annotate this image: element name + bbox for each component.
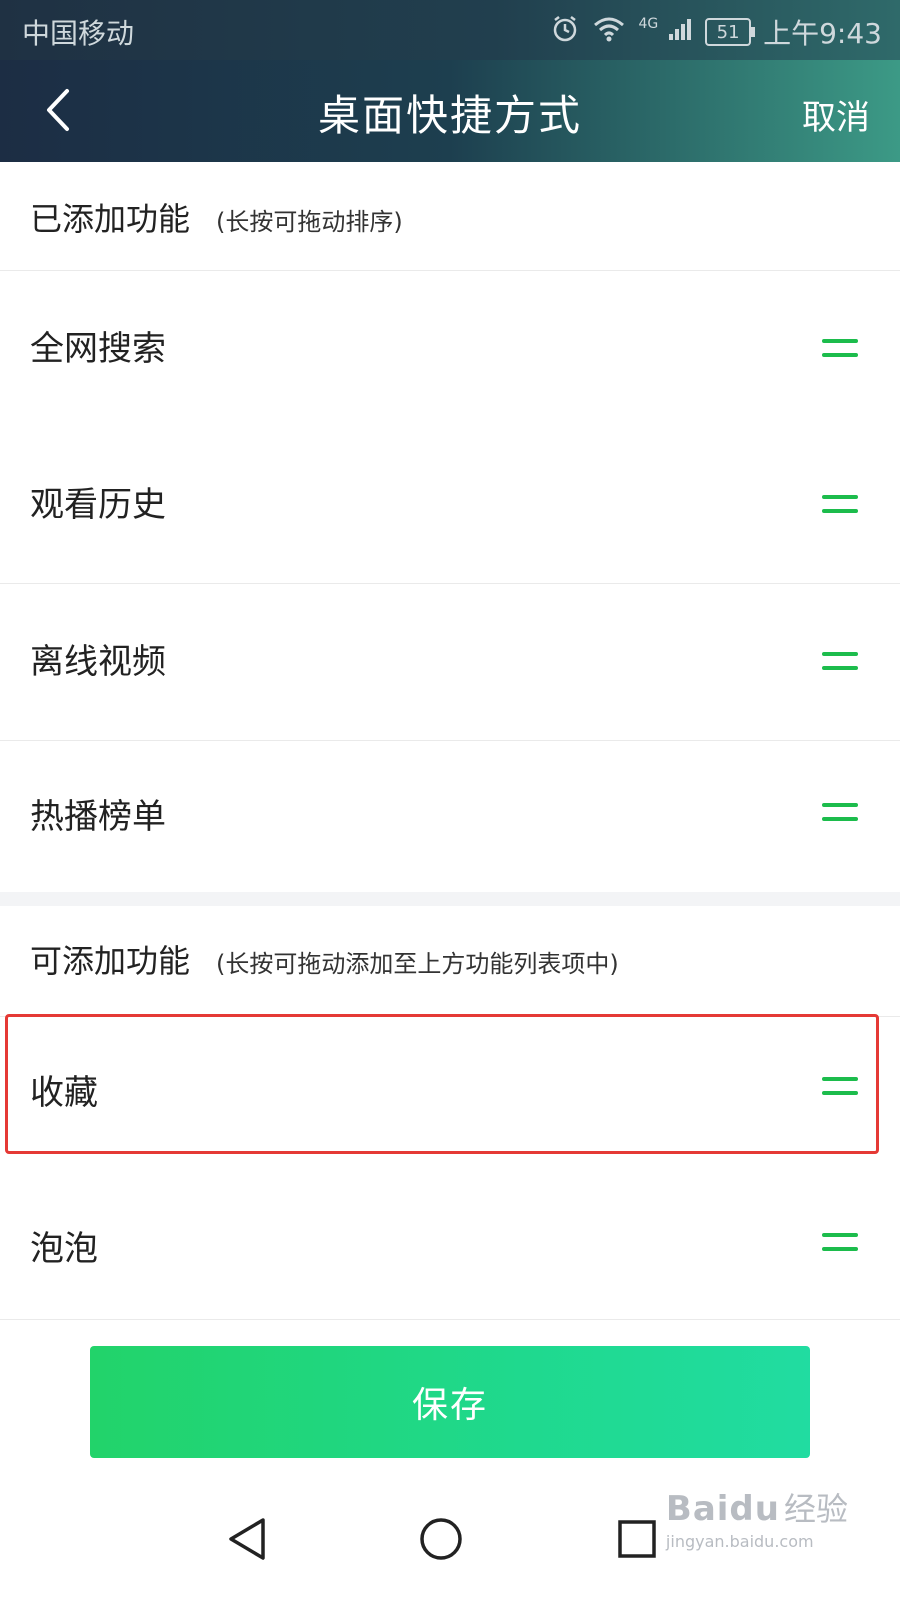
wifi-icon [592, 15, 626, 50]
available-section-hint: (长按可拖动添加至上方功能列表项中) [216, 950, 619, 978]
drag-handle-icon[interactable] [822, 803, 858, 825]
drag-handle-icon[interactable] [822, 652, 858, 674]
status-time: 上午9:43 [763, 17, 882, 50]
list-item-label: 热播榜单 [30, 797, 166, 837]
battery-icon: 51 [705, 18, 756, 46]
available-section-header: 可添加功能 (长按可拖动添加至上方功能列表项中) [0, 906, 900, 1014]
section-heading: 已添加功能 (长按可拖动排序) [30, 194, 403, 240]
added-section-title: 已添加功能 [30, 200, 191, 238]
list-item-label: 全网搜索 [30, 329, 166, 369]
drag-handle-icon[interactable] [822, 339, 858, 361]
added-section-header: 已添加功能 (长按可拖动排序) [0, 162, 900, 270]
section-heading: 可添加功能 (长按可拖动添加至上方功能列表项中) [30, 936, 619, 982]
status-bar: 中国移动 4G 51 上午9:43 [0, 0, 900, 60]
cancel-button[interactable]: 取消 [802, 90, 870, 139]
nav-back-button[interactable] [212, 1504, 282, 1574]
square-recents-icon [618, 1520, 656, 1558]
watermark-url: jingyan.baidu.com [665, 1532, 814, 1551]
page-title: 桌面快捷方式 [317, 91, 582, 140]
title-bar: 桌面快捷方式 取消 [0, 60, 900, 162]
drag-handle-icon[interactable] [822, 495, 858, 517]
network-type: 4G [638, 15, 659, 32]
list-item[interactable]: 离线视频 [0, 584, 900, 741]
list-item[interactable]: 全网搜索 [0, 270, 900, 428]
cellular-signal-icon: 4G [638, 16, 693, 49]
triangle-back-icon [229, 1518, 265, 1560]
nav-home-button[interactable] [406, 1504, 476, 1574]
list-item-label: 离线视频 [30, 642, 166, 682]
save-button[interactable]: 保存 [90, 1346, 810, 1458]
nav-recents-button[interactable] [602, 1504, 672, 1574]
circle-home-icon [420, 1518, 462, 1560]
watermark-logo: Baidu 经验 jingyan.baidu.com [666, 1484, 848, 1551]
list-item[interactable]: 泡泡 [0, 1173, 900, 1320]
section-divider [0, 892, 900, 906]
battery-level: 51 [716, 21, 740, 43]
watermark-brand: Baidu [665, 1489, 780, 1529]
drag-handle-icon[interactable] [822, 1077, 858, 1099]
list-item-label: 泡泡 [30, 1229, 98, 1269]
watermark-suffix: 经验 [783, 1490, 848, 1528]
list-item[interactable]: 收藏 [0, 1016, 900, 1174]
list-item-label: 收藏 [30, 1073, 98, 1113]
list-item[interactable]: 热播榜单 [0, 741, 900, 891]
status-icons: 4G 51 上午9:43 [550, 12, 882, 52]
list-item[interactable]: 观看历史 [0, 427, 900, 584]
carrier-name: 中国移动 [22, 17, 135, 50]
list-item-label: 观看历史 [30, 485, 166, 525]
added-section-hint: (长按可拖动排序) [216, 208, 403, 236]
alarm-icon [550, 14, 580, 51]
available-section-title: 可添加功能 [30, 942, 191, 980]
drag-handle-icon[interactable] [822, 1233, 858, 1255]
